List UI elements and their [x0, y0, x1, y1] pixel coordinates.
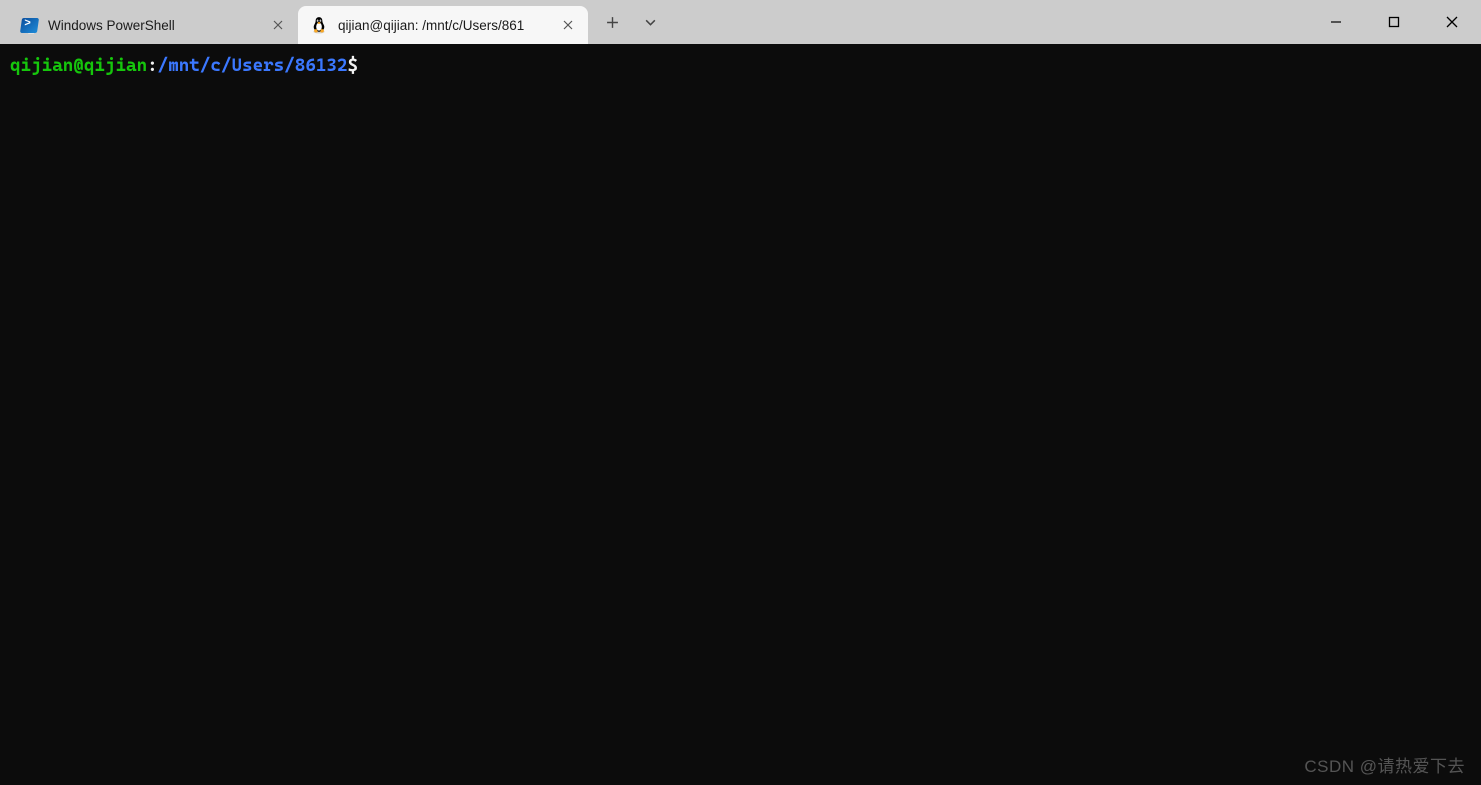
tab-actions [588, 0, 668, 44]
tux-icon [310, 16, 328, 34]
terminal-body[interactable]: qijian@qijian:/mnt/c/Users/86132$ CSDN @… [0, 44, 1481, 785]
prompt-user-host: qijian@qijian [10, 55, 147, 76]
prompt-separator: : [147, 55, 158, 76]
tab-strip: Windows PowerShell [0, 0, 588, 44]
close-icon [1446, 16, 1458, 28]
close-icon [563, 20, 573, 30]
minimize-button[interactable] [1307, 0, 1365, 44]
titlebar: Windows PowerShell [0, 0, 1481, 44]
tab-wsl[interactable]: qijian@qijian: /mnt/c/Users/861 [298, 6, 588, 44]
tab-dropdown-button[interactable] [632, 4, 668, 40]
tab-title: Windows PowerShell [48, 18, 258, 33]
prompt-line: qijian@qijian:/mnt/c/Users/86132$ [10, 54, 1471, 78]
prompt-path: /mnt/c/Users/86132 [158, 55, 348, 76]
watermark: CSDN @请热爱下去 [1304, 756, 1465, 779]
minimize-icon [1330, 16, 1342, 28]
tab-close-button[interactable] [558, 15, 578, 35]
plus-icon [606, 16, 619, 29]
chevron-down-icon [644, 16, 657, 29]
tab-powershell[interactable]: Windows PowerShell [8, 6, 298, 44]
maximize-button[interactable] [1365, 0, 1423, 44]
maximize-icon [1388, 16, 1400, 28]
tab-title: qijian@qijian: /mnt/c/Users/861 [338, 18, 548, 33]
close-window-button[interactable] [1423, 0, 1481, 44]
tab-close-button[interactable] [268, 15, 288, 35]
prompt-symbol: $ [348, 55, 359, 76]
powershell-icon [20, 16, 38, 34]
new-tab-button[interactable] [594, 4, 630, 40]
close-icon [273, 20, 283, 30]
window-controls [1307, 0, 1481, 44]
